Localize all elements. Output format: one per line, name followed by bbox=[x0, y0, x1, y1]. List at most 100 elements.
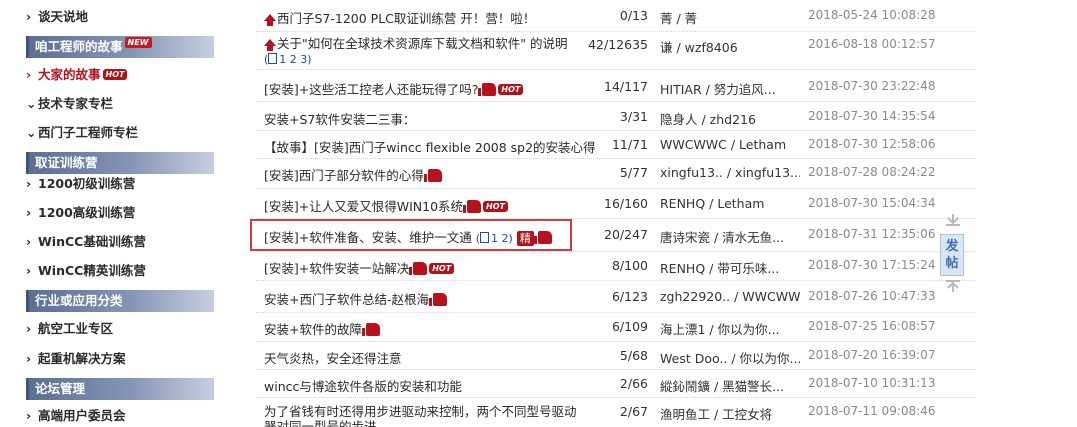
sidebar-item-chat[interactable]: › 谈天说地 bbox=[26, 6, 88, 28]
reply-view-count: 8/100 bbox=[611, 258, 648, 273]
sidebar-section-training-camp[interactable]: 取证训练营 bbox=[26, 152, 214, 174]
table-row: 为了省钱有时还得用步进驱动来控制，两个不同型号驱动器对同一型号的步进 2/67 … bbox=[256, 398, 976, 427]
chevron-right-icon: › bbox=[26, 321, 32, 336]
last-post-date: 2018-07-20 16:39:07 bbox=[808, 348, 936, 362]
sidebar-item-1200-basic[interactable]: › 1200初级训练营 bbox=[26, 173, 135, 195]
reply-view-count: 5/68 bbox=[619, 348, 648, 363]
author-lastposter[interactable]: 谦 / wzf8406 bbox=[660, 37, 800, 56]
author-lastposter[interactable]: RENHQ / Letham bbox=[660, 196, 800, 211]
sidebar-item-1200-advanced[interactable]: › 1200高级训练营 bbox=[26, 202, 135, 224]
chevron-right-icon: › bbox=[26, 234, 32, 249]
table-row: 天气炎热，安全还得注意 5/68 West Doo.. / 你以为你... 20… bbox=[256, 342, 976, 370]
floating-toolbar: 发帖 bbox=[940, 214, 966, 294]
thumbs-up-icon bbox=[429, 293, 447, 306]
document-icon bbox=[480, 232, 490, 243]
thread-title[interactable]: 【故事】[安装]西门子wincc flexible 2008 sp2的安装心得 bbox=[264, 137, 596, 156]
featured-badge: 精 bbox=[516, 231, 534, 246]
author-lastposter[interactable]: 唐诗宋瓷 / 清水无鱼... bbox=[660, 227, 800, 246]
sidebar-item-aviation[interactable]: › 航空工业专区 bbox=[26, 318, 113, 340]
table-row: [安装]+让人又爱又恨得WIN10系统 HOT 16/160 RENHQ / Le… bbox=[256, 189, 976, 219]
last-post-date: 2016-08-18 00:12:57 bbox=[808, 37, 936, 51]
sidebar-item-wincc-elite[interactable]: › WinCC精英训练营 bbox=[26, 260, 146, 282]
author-lastposter[interactable]: West Doo.. / 你以为你... bbox=[660, 348, 800, 367]
thread-title[interactable]: 天气炎热，安全还得注意 bbox=[264, 348, 594, 367]
table-row: 安装+软件的故障 6/109 海上漂1 / 你以为你... 2018-07-25… bbox=[256, 313, 976, 342]
author-lastposter[interactable]: HITIAR / 努力追风... bbox=[660, 79, 800, 98]
hot-badge: HOT bbox=[483, 201, 508, 212]
chevron-right-icon: › bbox=[26, 67, 32, 82]
table-row: [安装]+软件安装一站解决 HOT 8/100 RENHQ / 带可乐味... 2… bbox=[256, 252, 976, 281]
author-lastposter[interactable]: 隐身人 / zhd216 bbox=[660, 109, 800, 128]
last-post-date: 2018-07-30 12:58:06 bbox=[808, 137, 936, 151]
chevron-right-icon: › bbox=[26, 176, 32, 191]
last-post-date: 2018-07-30 14:35:54 bbox=[808, 109, 936, 123]
thumbs-up-icon bbox=[478, 83, 497, 96]
table-row: 西门子S7-1200 PLC取证训练营 开！营！啦！ 0/13 菁 / 菁 20… bbox=[256, 0, 976, 32]
chevron-right-icon: › bbox=[26, 205, 32, 220]
page-links[interactable]: (1 2) bbox=[476, 232, 513, 245]
page-links[interactable]: (1 2 3) bbox=[264, 53, 312, 66]
last-post-date: 2018-07-30 15:04:34 bbox=[808, 196, 936, 210]
last-post-date: 2018-07-11 09:08:46 bbox=[808, 404, 936, 418]
sidebar-item-user-committee[interactable]: › 高端用户委员会 bbox=[26, 405, 126, 427]
thumbs-up-icon bbox=[463, 200, 482, 213]
author-lastposter[interactable]: WWCWWC / Letham bbox=[660, 137, 800, 152]
chevron-down-icon: ⌄ bbox=[26, 125, 37, 140]
thread-list: 西门子S7-1200 PLC取证训练营 开！营！啦！ 0/13 菁 / 菁 20… bbox=[256, 0, 976, 427]
reply-view-count: 5/77 bbox=[619, 165, 648, 180]
chevron-right-icon: › bbox=[26, 351, 32, 366]
sidebar-section-stories[interactable]: 咱工程师的故事 NEW bbox=[26, 36, 214, 58]
thread-title[interactable]: 西门子S7-1200 PLC取证训练营 开！营！啦！ bbox=[264, 8, 594, 27]
sidebar-item-siemens-engineer-column[interactable]: ⌄ 西门子工程师专栏 bbox=[26, 122, 138, 144]
thumbs-up-icon bbox=[361, 323, 380, 336]
reply-view-count: 6/123 bbox=[611, 289, 648, 304]
table-row: 安装+S7软件安装二三事： 3/31 隐身人 / zhd216 2018-07-… bbox=[256, 102, 976, 131]
thread-title[interactable]: wincc与博途软件各版的安装和功能 bbox=[264, 376, 594, 395]
thread-title[interactable]: 安装+软件的故障 bbox=[264, 319, 594, 338]
hot-badge: HOT bbox=[102, 69, 128, 80]
thread-title[interactable]: [安装]西门子部分软件的心得 bbox=[264, 165, 594, 184]
reply-view-count: 3/31 bbox=[619, 109, 648, 124]
last-post-date: 2018-05-24 10:08:28 bbox=[808, 8, 936, 22]
reply-view-count: 20/247 bbox=[604, 227, 648, 242]
thread-title[interactable]: [安装]+软件准备、安装、维护一文通 (1 2) 精 bbox=[264, 227, 594, 246]
sidebar-section-industry[interactable]: 行业或应用分类 bbox=[26, 290, 214, 312]
thread-title[interactable]: 关于"如何在全球技术资源库下载文档和软件" 的说明(1 2 3) bbox=[264, 36, 594, 67]
thread-title[interactable]: [安装]+让人又爱又恨得WIN10系统 HOT bbox=[264, 196, 594, 215]
sidebar-item-crane[interactable]: › 起重机解决方案 bbox=[26, 348, 126, 370]
last-post-date: 2018-07-10 10:31:13 bbox=[808, 376, 936, 390]
last-post-date: 2018-07-28 08:24:22 bbox=[808, 165, 936, 179]
author-lastposter[interactable]: 菁 / 菁 bbox=[660, 8, 800, 27]
table-row: 安装+西门子软件总结-赵根海 6/123 zgh22920.. / WWCWWC… bbox=[256, 281, 976, 313]
last-post-date: 2018-07-30 23:22:48 bbox=[808, 79, 936, 93]
thread-title[interactable]: 为了省钱有时还得用步进驱动来控制，两个不同型号驱动器对同一型号的步进 bbox=[264, 404, 584, 427]
new-post-button[interactable]: 发帖 bbox=[940, 234, 964, 276]
thread-title[interactable]: [安装]+软件安装一站解决 HOT bbox=[264, 258, 594, 277]
sidebar: › 谈天说地 咱工程师的故事 NEW › 大家的故事 HOT ⌄ 技术专家专栏 ⌄ 西门子工… bbox=[0, 0, 230, 427]
scroll-up-icon[interactable] bbox=[946, 280, 960, 292]
table-row: [安装]+这些活工控老人还能玩得了吗? HOT 14/117 HITIAR / 努… bbox=[256, 70, 976, 102]
sidebar-item-everyone-stories[interactable]: › 大家的故事 HOT bbox=[26, 64, 128, 86]
reply-view-count: 42/12635 bbox=[588, 37, 648, 52]
table-row: wincc与博途软件各版的安装和功能 2/66 縱鈊鬧鑛 / 黑猫警长... 2… bbox=[256, 370, 976, 398]
sidebar-item-expert-column[interactable]: ⌄ 技术专家专栏 bbox=[26, 93, 113, 115]
thread-title[interactable]: 安装+西门子软件总结-赵根海 bbox=[264, 289, 594, 308]
author-lastposter[interactable]: 海上漂1 / 你以为你... bbox=[660, 319, 800, 338]
thread-title[interactable]: 安装+S7软件安装二三事： bbox=[264, 109, 594, 128]
scroll-down-icon[interactable] bbox=[946, 214, 960, 226]
author-lastposter[interactable]: RENHQ / 带可乐味... bbox=[660, 258, 800, 277]
sidebar-item-wincc-basic[interactable]: › WinCC基础训练营 bbox=[26, 231, 146, 253]
chevron-right-icon: › bbox=[26, 9, 32, 24]
author-lastposter[interactable]: xingfu13.. / xingfu13... bbox=[660, 165, 800, 180]
document-icon bbox=[268, 53, 278, 64]
author-lastposter[interactable]: 渔明鱼工 / 工控女将 bbox=[660, 404, 800, 423]
reply-view-count: 2/67 bbox=[619, 404, 648, 419]
sidebar-section-forum-admin[interactable]: 论坛管理 bbox=[26, 378, 214, 400]
thread-title[interactable]: [安装]+这些活工控老人还能玩得了吗? HOT bbox=[264, 79, 594, 98]
chevron-right-icon: › bbox=[26, 408, 32, 423]
author-lastposter[interactable]: zgh22920.. / WWCWWC bbox=[660, 289, 800, 304]
author-lastposter[interactable]: 縱鈊鬧鑛 / 黑猫警长... bbox=[660, 376, 800, 395]
pin-arrow-icon bbox=[264, 39, 276, 51]
thumbs-up-icon bbox=[533, 231, 552, 244]
reply-view-count: 16/160 bbox=[604, 196, 648, 211]
